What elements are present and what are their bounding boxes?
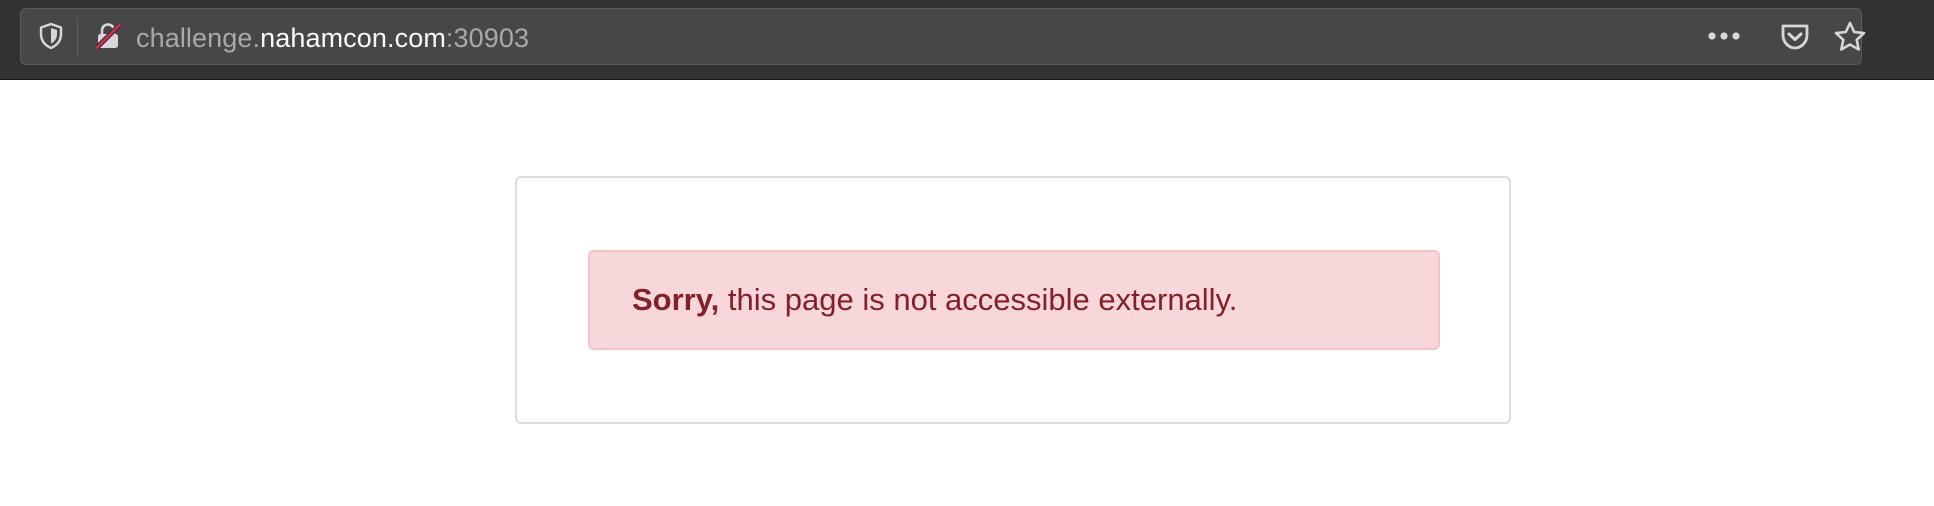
urlbar-separator xyxy=(77,18,78,56)
star-icon[interactable] xyxy=(1833,20,1867,54)
url-host: nahamcon.com xyxy=(260,23,446,53)
alert-message: this page is not accessible externally. xyxy=(719,282,1238,317)
shield-icon[interactable] xyxy=(37,22,65,50)
url-bar[interactable]: challenge.nahamcon.com:30903 xyxy=(20,8,1866,65)
url-port: :30903 xyxy=(445,23,530,53)
pocket-icon[interactable] xyxy=(1779,22,1811,52)
url-text[interactable]: challenge.nahamcon.com:30903 xyxy=(136,23,529,53)
error-alert: Sorry, this page is not accessible exter… xyxy=(588,250,1440,350)
insecure-lock-icon[interactable] xyxy=(93,21,123,51)
content-card: Sorry, this page is not accessible exter… xyxy=(515,176,1511,424)
more-horizontal-icon[interactable] xyxy=(1704,21,1744,51)
url-prefix: challenge. xyxy=(136,23,261,53)
browser-toolbar: challenge.nahamcon.com:30903 xyxy=(0,0,1934,80)
alert-strong-text: Sorry, xyxy=(632,282,720,317)
